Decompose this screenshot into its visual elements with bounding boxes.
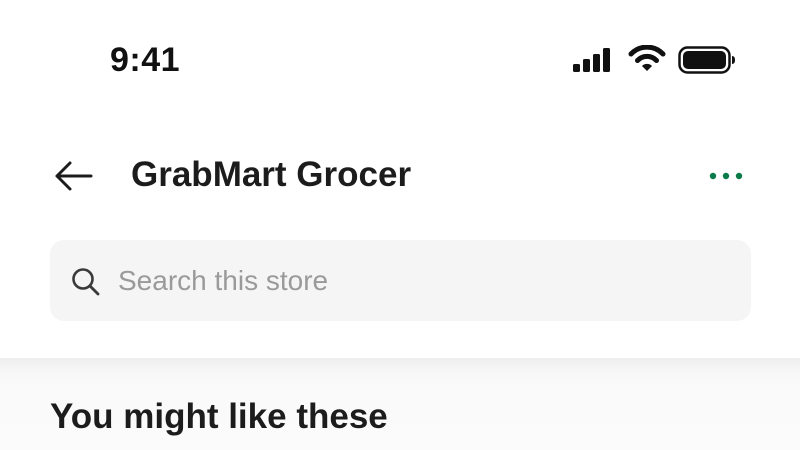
wifi-icon xyxy=(628,45,666,71)
signal-icon xyxy=(573,48,610,72)
search-input[interactable] xyxy=(118,261,718,301)
header: GrabMart Grocer xyxy=(0,140,800,212)
more-dots-icon xyxy=(709,172,743,180)
back-button[interactable] xyxy=(48,154,98,198)
battery-icon xyxy=(678,46,735,74)
arrow-left-icon xyxy=(55,161,93,191)
search-icon xyxy=(72,268,100,296)
more-options-button[interactable] xyxy=(702,158,750,194)
status-bar: 9:41 xyxy=(0,0,800,120)
page-title: GrabMart Grocer xyxy=(131,155,412,194)
status-time: 9:41 xyxy=(110,41,181,79)
section-title: You might like these xyxy=(50,397,388,436)
